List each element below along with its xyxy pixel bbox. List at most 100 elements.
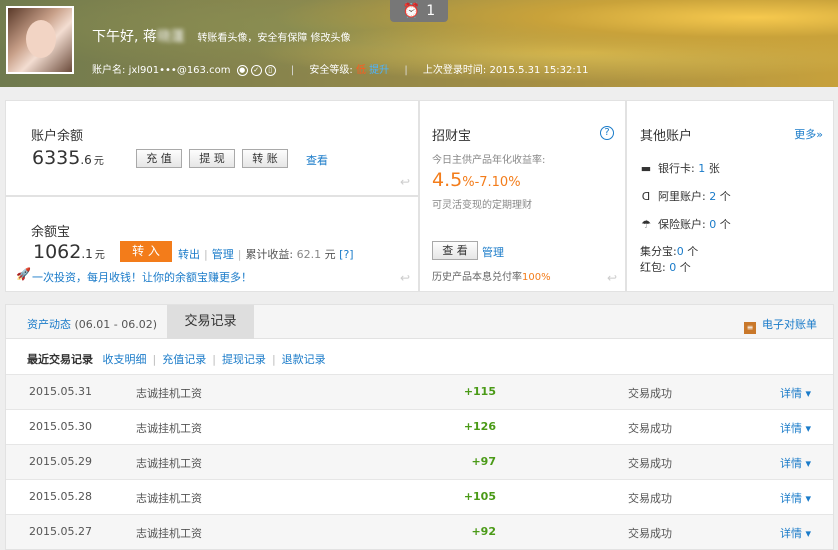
help-icon[interactable]: ? [600,126,614,140]
row-amount: +105 [463,490,496,503]
row-detail-link[interactable]: 详情 ▾ [780,455,811,471]
row-amount: +97 [471,455,496,468]
subnav-income[interactable]: 收支明细 [103,353,147,366]
row-status: 交易成功 [628,457,672,470]
promo-link[interactable]: 一次投资，每月收钱！让你的余额宝赚更多！ [32,269,252,285]
statement-icon: ≡ [744,322,756,334]
history-repayment: 历史产品本息兑付率100% [432,268,551,283]
jfb-label: 集分宝: [640,245,677,258]
view-balance-link[interactable]: 查看 [306,152,328,168]
transfer-in-button[interactable]: 转 入 [120,241,172,262]
insurance-account-line[interactable]: ☂ 保险账户: 0 个 [640,216,731,232]
security-level: 低 [355,65,366,76]
security-label: 安全等级: [309,65,353,76]
subnav-recent[interactable]: 最近交易记录 [27,353,93,366]
yuebao-unit: 元 [94,250,105,261]
subnav-withdraw[interactable]: 提现记录 [222,353,266,366]
zhaocaibao-manage-link[interactable]: 管理 [482,244,504,260]
records-tabs: 资产动态 (06.01 - 06.02) 交易记录 ≡ 电子对账单 [6,305,833,339]
last-login-label: 上次登录时间: [422,65,487,76]
jfb-count: 0 [676,245,684,258]
bank-unit: 张 [705,162,720,175]
table-row[interactable]: 2015.05.27 志诚挂机工资 +92 交易成功 详情 ▾ [6,514,833,549]
return-icon[interactable]: ↩ [607,271,617,285]
alibaba-account-line[interactable]: ᗡ 阿里账户: 2 个 [640,188,731,204]
divider: | [271,353,276,366]
table-row[interactable]: 2015.05.31 志诚挂机工资 +115 交易成功 详情 ▾ [6,374,833,409]
ali-unit: 个 [716,190,731,203]
yuebao-amount: 1062.1 元 [33,241,105,263]
row-amount: +126 [463,420,496,433]
jifenbao-line[interactable]: 集分宝:0 个 [640,243,698,259]
table-row[interactable]: 2015.05.30 志诚挂机工资 +126 交易成功 详情 ▾ [6,409,833,444]
notification-count: 1 [426,3,436,19]
ins-label: 保险账户: [658,218,710,231]
verified-icon[interactable]: ✓ [250,64,262,76]
alibaba-icon: ᗡ [641,190,651,203]
row-desc: 志诚挂机工资 [136,422,202,435]
more-link[interactable]: 更多» [794,126,823,142]
row-status: 交易成功 [628,492,672,505]
row-detail-link[interactable]: 详情 ▾ [780,525,811,541]
upgrade-security-link[interactable]: 提升 [369,65,389,76]
row-status: 交易成功 [628,527,672,540]
row-desc: 志诚挂机工资 [136,492,202,505]
divider: | [204,248,208,261]
balance-panel: 账户余额 6335.6 元 充 值 提 现 转 账 查看 ↩ [5,100,419,196]
rate-high: %-7.10 [462,175,509,190]
e-statement-link[interactable]: ≡ 电子对账单 [744,316,817,334]
cumulative-help-link[interactable]: [?] [339,248,353,261]
yuebao-manage-link[interactable]: 管理 [212,248,234,261]
edit-avatar-link[interactable]: 修改头像 [311,33,351,44]
row-detail-link[interactable]: 详情 ▾ [780,385,811,401]
row-date: 2015.05.29 [29,455,92,468]
yuebao-dec: .1 [81,247,93,261]
balance-int: 6335 [32,147,81,169]
row-detail-link[interactable]: 详情 ▾ [780,420,811,436]
balance-dec: .6 [80,153,92,167]
avatar-hint: 转账看头像，安全有保障 修改头像 [197,33,350,44]
table-row[interactable]: 2015.05.28 志诚挂机工资 +105 交易成功 详情 ▾ [6,479,833,514]
divider: | [290,65,295,76]
row-status: 交易成功 [628,387,672,400]
rate-low: 4.5 [432,169,463,191]
cumulative-value: 62.1 [296,248,322,261]
withdraw-button[interactable]: 提 现 [189,149,235,168]
return-icon[interactable]: ↩ [400,271,410,285]
notification-badge[interactable]: ⏰ 1 [390,0,448,22]
phone-icon[interactable]: ▯ [264,64,276,76]
tab-trades[interactable]: 交易记录 [167,305,254,339]
balance-unit: 元 [93,156,104,167]
bank-card-line[interactable]: ▬ 银行卡: 1 张 [640,160,720,176]
cumulative-unit: 元 [324,248,336,261]
bank-label: 银行卡: [658,162,699,175]
recharge-button[interactable]: 充 值 [136,149,182,168]
subnav-refund[interactable]: 退款记录 [282,353,326,366]
transfer-button[interactable]: 转 账 [242,149,288,168]
tab-assets-label: 资产动态 [27,318,71,331]
rate-pct: % [508,175,521,190]
rate-range: 4.5%-7.10% [432,169,521,191]
tab-assets[interactable]: 资产动态 (06.01 - 06.02) [27,316,157,332]
transfer-out-link[interactable]: 转出 [178,248,200,261]
user-icon[interactable]: ● [236,64,248,76]
yuebao-panel: 余额宝 1062.1 元 转 入 转出 | 管理 | 累计收益: 62.1 元 [?] 🚀… [5,196,419,292]
last-login-time: 2015.5.31 15:32:11 [489,65,589,76]
balance-amount: 6335.6 元 [32,147,104,169]
red-packet-line[interactable]: 红包: 0 个 [640,259,691,275]
rocket-icon: 🚀 [16,267,31,281]
divider: | [404,65,408,76]
balance-label: 账户余额 [31,129,84,144]
zhaocaibao-panel: 招财宝 ? 今日主供产品年化收益率: 4.5%-7.10% 可灵活变现的定期理财… [419,100,626,292]
yuebao-label: 余额宝 [31,225,71,240]
tab-assets-range: (06.01 - 06.02) [71,318,158,331]
user-avatar[interactable] [6,6,74,74]
table-row[interactable]: 2015.05.29 志诚挂机工资 +97 交易成功 详情 ▾ [6,444,833,479]
subnav-recharge[interactable]: 充值记录 [162,353,206,366]
other-accounts-title: 其他账户 [640,129,693,144]
row-detail-link[interactable]: 详情 ▾ [780,490,811,506]
return-icon[interactable]: ↩ [400,175,410,189]
view-zhaocaibao-button[interactable]: 查 看 [432,241,478,260]
zhaocaibao-title: 招财宝 [432,129,472,144]
umbrella-icon: ☂ [641,218,651,231]
